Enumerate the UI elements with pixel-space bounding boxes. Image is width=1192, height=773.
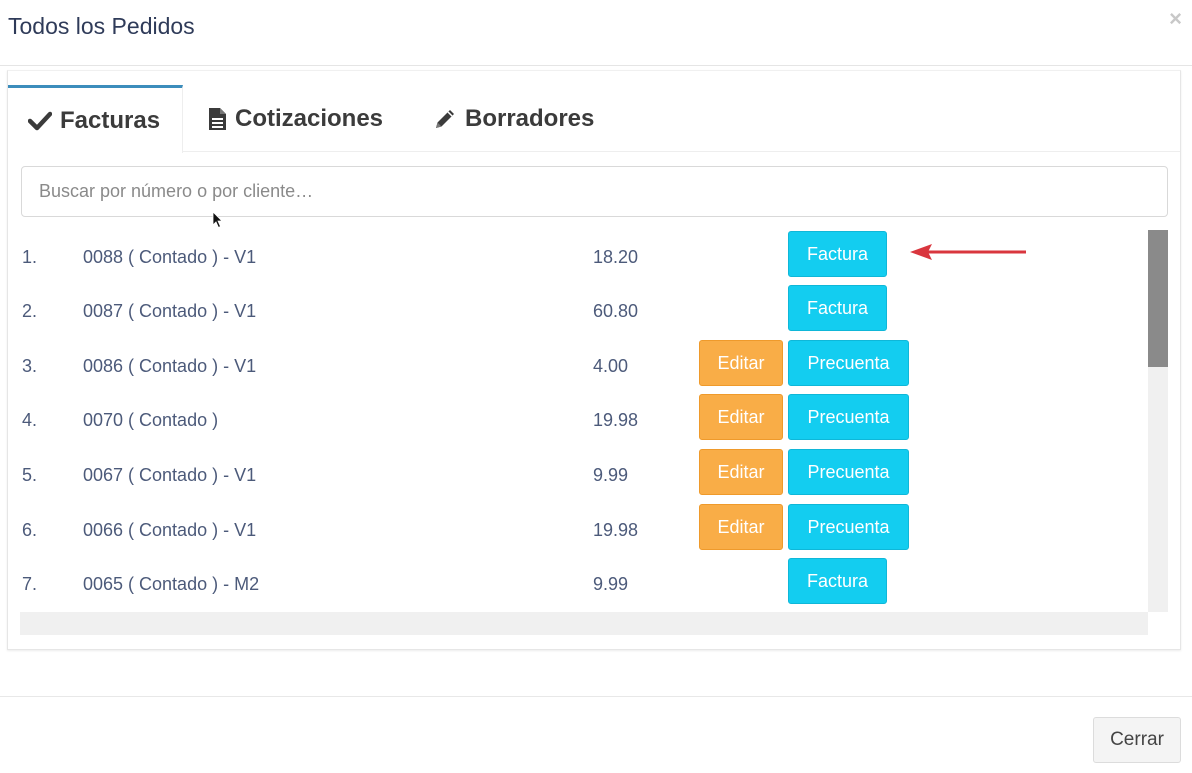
item-name: 0067 ( Contado ) - V1: [83, 465, 257, 485]
orders-list: 1. 0088 ( Contado ) - V1 18.20 Factura 2…: [20, 230, 1148, 612]
list-item: 2. 0087 ( Contado ) - V1 60.80 Factura: [20, 284, 1148, 338]
item-number: 5.: [22, 465, 38, 485]
precuenta-button[interactable]: Precuenta: [788, 394, 909, 440]
pencil-icon: [436, 109, 454, 128]
item-amount: 18.20: [593, 247, 639, 267]
item-number: 2.: [22, 301, 38, 321]
item-number: 6.: [22, 520, 38, 540]
tab-facturas[interactable]: Facturas: [8, 85, 183, 153]
modal-title: Todos los Pedidos: [8, 13, 195, 39]
tab-label: Borradores: [465, 104, 595, 132]
close-button[interactable]: Cerrar: [1093, 717, 1181, 763]
check-icon: [28, 111, 52, 130]
file-text-icon: [209, 107, 226, 130]
edit-button[interactable]: Editar: [699, 394, 783, 440]
tab-cotizaciones[interactable]: Cotizaciones: [208, 85, 383, 152]
mouse-cursor-icon: [212, 211, 223, 229]
list-item: 3. 0086 ( Contado ) - V1 4.00 Editar Pre…: [20, 339, 1148, 393]
list-item: 4. 0070 ( Contado ) 19.98 Editar Precuen…: [20, 393, 1148, 447]
item-number: 3.: [22, 356, 38, 376]
tab-label: Facturas: [60, 106, 161, 134]
item-number: 1.: [22, 247, 38, 267]
list-item: 6. 0066 ( Contado ) - V1 19.98 Editar Pr…: [20, 503, 1148, 557]
modal-header: Todos los Pedidos ×: [0, 0, 1192, 66]
orders-panel: Facturas Cotizaciones Borradores 1.: [7, 70, 1181, 650]
edit-button[interactable]: Editar: [699, 504, 783, 550]
item-name: 0087 ( Contado ) - V1: [83, 301, 257, 321]
tab-bar: Facturas Cotizaciones Borradores: [8, 85, 1180, 153]
item-name: 0065 ( Contado ) - M2: [83, 574, 260, 594]
list-item: 5. 0067 ( Contado ) - V1 9.99 Editar Pre…: [20, 448, 1148, 502]
item-amount: 19.98: [593, 410, 639, 430]
footer-divider: [0, 696, 1192, 697]
precuenta-button[interactable]: Precuenta: [788, 340, 909, 386]
item-name: 0070 ( Contado ): [83, 410, 219, 430]
precuenta-button[interactable]: Precuenta: [788, 504, 909, 550]
item-number: 7.: [22, 574, 38, 594]
edit-button[interactable]: Editar: [699, 449, 783, 495]
factura-button[interactable]: Factura: [788, 231, 887, 277]
precuenta-button[interactable]: Precuenta: [788, 449, 909, 495]
item-name: 0086 ( Contado ) - V1: [83, 356, 257, 376]
vertical-scrollbar-thumb[interactable]: [1148, 230, 1168, 367]
list-item: 7. 0065 ( Contado ) - M2 9.99 Factura: [20, 557, 1148, 611]
factura-button[interactable]: Factura: [788, 558, 887, 604]
close-icon[interactable]: ×: [1169, 8, 1182, 30]
item-amount: 9.99: [593, 574, 629, 594]
tab-label: Cotizaciones: [235, 104, 384, 132]
factura-button[interactable]: Factura: [788, 285, 887, 331]
item-amount: 9.99: [593, 465, 629, 485]
item-name: 0088 ( Contado ) - V1: [83, 247, 257, 267]
item-amount: 19.98: [593, 520, 639, 540]
item-amount: 60.80: [593, 301, 639, 321]
horizontal-scrollbar[interactable]: [20, 612, 1148, 635]
search-input[interactable]: [21, 166, 1168, 217]
item-name: 0066 ( Contado ) - V1: [83, 520, 257, 540]
annotation-arrow-icon: [910, 244, 1026, 260]
item-amount: 4.00: [593, 356, 629, 376]
tab-borradores[interactable]: Borradores: [433, 85, 594, 152]
item-number: 4.: [22, 410, 38, 430]
edit-button[interactable]: Editar: [699, 340, 783, 386]
